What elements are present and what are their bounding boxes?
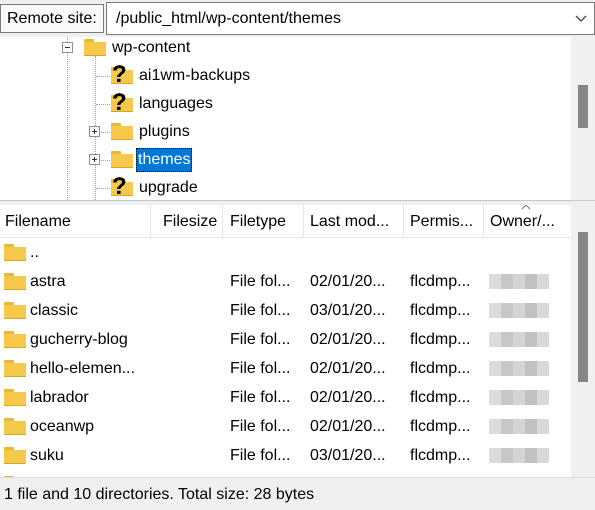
cell-filename: gucherry-blog bbox=[30, 331, 128, 348]
folder-icon bbox=[4, 389, 26, 406]
cell-filename: astra bbox=[30, 273, 66, 290]
tree-item-ai1wm-backups[interactable]: ? ai1wm-backups bbox=[0, 62, 571, 90]
owner-redacted bbox=[489, 332, 549, 347]
remote-path-text: /public_html/wp-content/themes bbox=[116, 10, 341, 27]
tree-item-label: themes bbox=[136, 148, 193, 172]
cell-last-modified: 03/01/20... bbox=[310, 302, 386, 319]
folder-icon bbox=[4, 360, 26, 377]
tree-item-upgrade[interactable]: ? upgrade bbox=[0, 174, 571, 200]
cell-permissions: flcdmp... bbox=[410, 302, 471, 319]
column-header-last-modified[interactable]: Last mod... bbox=[305, 205, 403, 238]
file-list-scrollbar[interactable] bbox=[571, 205, 595, 477]
remote-path-combobox[interactable]: /public_html/wp-content/themes bbox=[106, 2, 595, 35]
tree-item-label: plugins bbox=[139, 123, 190, 140]
cell-filetype: File fol... bbox=[230, 447, 291, 464]
folder-icon bbox=[111, 151, 133, 168]
table-row[interactable]: hello-elemen... File fol... 02/01/20... … bbox=[0, 354, 571, 383]
cell-filename: labrador bbox=[30, 389, 89, 406]
chevron-down-icon[interactable] bbox=[574, 12, 588, 26]
column-divider[interactable] bbox=[303, 205, 304, 238]
remote-site-label: Remote site: bbox=[0, 4, 104, 33]
column-header-permissions[interactable]: Permis... bbox=[405, 205, 483, 238]
cell-filename: hello-elemen... bbox=[30, 360, 135, 377]
cell-filetype: File fol... bbox=[230, 302, 291, 319]
column-divider[interactable] bbox=[150, 205, 151, 238]
tree-scrollbar-thumb[interactable] bbox=[578, 85, 588, 128]
cell-filename: oceanwp bbox=[30, 418, 95, 435]
cell-filename: classic bbox=[30, 302, 79, 319]
question-mark-icon: ? bbox=[112, 61, 127, 88]
collapse-icon[interactable] bbox=[62, 42, 73, 53]
folder-icon bbox=[4, 447, 26, 464]
cell-permissions: flcdmp... bbox=[410, 360, 471, 377]
cell-last-modified: 02/01/20... bbox=[310, 273, 386, 290]
tree-item-plugins[interactable]: plugins bbox=[0, 118, 571, 146]
cell-permissions: flcdmp... bbox=[410, 389, 471, 406]
column-header-filename[interactable]: Filename bbox=[0, 205, 150, 238]
column-header-filesize[interactable]: Filesize bbox=[158, 205, 224, 238]
owner-redacted bbox=[489, 419, 549, 434]
column-header-filetype[interactable]: Filetype bbox=[225, 205, 303, 238]
tree-item-themes[interactable]: themes bbox=[0, 146, 571, 174]
table-row[interactable]: labrador File fol... 02/01/20... flcdmp.… bbox=[0, 383, 571, 412]
table-row[interactable] bbox=[0, 470, 571, 477]
tree-item-wp-content[interactable]: wp-content bbox=[0, 37, 571, 62]
question-mark-icon: ? bbox=[112, 173, 127, 200]
column-divider[interactable] bbox=[403, 205, 404, 238]
tree-item-label: ai1wm-backups bbox=[139, 67, 251, 84]
folder-icon bbox=[4, 302, 26, 319]
cell-filename: .. bbox=[30, 244, 39, 261]
cell-last-modified: 02/01/20... bbox=[310, 418, 386, 435]
cell-permissions: flcdmp... bbox=[410, 273, 471, 290]
owner-redacted bbox=[489, 390, 549, 405]
cell-permissions: flcdmp... bbox=[410, 331, 471, 348]
cell-permissions: flcdmp... bbox=[410, 418, 471, 435]
folder-icon bbox=[4, 418, 26, 435]
remote-site-bar: Remote site: /public_html/wp-content/the… bbox=[0, 0, 595, 37]
table-row[interactable]: oceanwp File fol... 02/01/20... flcdmp..… bbox=[0, 412, 571, 441]
tree-scrollbar[interactable] bbox=[571, 37, 595, 200]
remote-file-list[interactable]: Filename Filesize Filetype Last mod... P… bbox=[0, 205, 595, 477]
folder-icon bbox=[4, 273, 26, 290]
expand-icon[interactable] bbox=[89, 154, 100, 165]
column-divider[interactable] bbox=[483, 205, 484, 238]
question-mark-icon: ? bbox=[112, 89, 127, 116]
cell-last-modified: 03/01/20... bbox=[310, 447, 386, 464]
folder-icon bbox=[4, 331, 26, 348]
owner-redacted bbox=[489, 448, 549, 463]
remote-directory-tree[interactable]: wp-content ? ai1wm-backups ? languages p… bbox=[0, 37, 595, 200]
tree-item-languages[interactable]: ? languages bbox=[0, 90, 571, 118]
cell-filetype: File fol... bbox=[230, 273, 291, 290]
cell-filename: suku bbox=[30, 447, 64, 464]
folder-icon bbox=[84, 39, 106, 56]
owner-redacted bbox=[489, 361, 549, 376]
folder-icon bbox=[111, 123, 133, 140]
cell-last-modified: 02/01/20... bbox=[310, 389, 386, 406]
table-row[interactable]: astra File fol... 02/01/20... flcdmp... bbox=[0, 267, 571, 296]
cell-last-modified: 02/01/20... bbox=[310, 331, 386, 348]
column-divider[interactable] bbox=[222, 205, 223, 238]
tree-item-label: wp-content bbox=[112, 39, 191, 56]
table-row[interactable]: classic File fol... 03/01/20... flcdmp..… bbox=[0, 296, 571, 325]
cell-filetype: File fol... bbox=[230, 418, 291, 435]
tree-item-label: languages bbox=[139, 95, 213, 112]
table-row[interactable]: suku File fol... 03/01/20... flcdmp... bbox=[0, 441, 571, 470]
table-row[interactable]: .. bbox=[0, 238, 571, 267]
cell-filetype: File fol... bbox=[230, 331, 291, 348]
table-row[interactable]: gucherry-blog File fol... 02/01/20... fl… bbox=[0, 325, 571, 354]
file-list-scrollbar-thumb[interactable] bbox=[578, 232, 588, 382]
cell-filetype: File fol... bbox=[230, 360, 291, 377]
file-list-header: Filename Filesize Filetype Last mod... P… bbox=[0, 205, 571, 238]
cell-permissions: flcdmp... bbox=[410, 447, 471, 464]
sort-ascending-icon bbox=[521, 205, 531, 210]
cell-last-modified: 02/01/20... bbox=[310, 360, 386, 377]
expand-icon[interactable] bbox=[89, 126, 100, 137]
cell-filetype: File fol... bbox=[230, 389, 291, 406]
status-bar: 1 file and 10 directories. Total size: 2… bbox=[0, 477, 595, 510]
folder-icon bbox=[4, 244, 26, 261]
tree-item-label: upgrade bbox=[139, 179, 198, 196]
owner-redacted bbox=[489, 303, 549, 318]
owner-redacted bbox=[489, 274, 549, 289]
